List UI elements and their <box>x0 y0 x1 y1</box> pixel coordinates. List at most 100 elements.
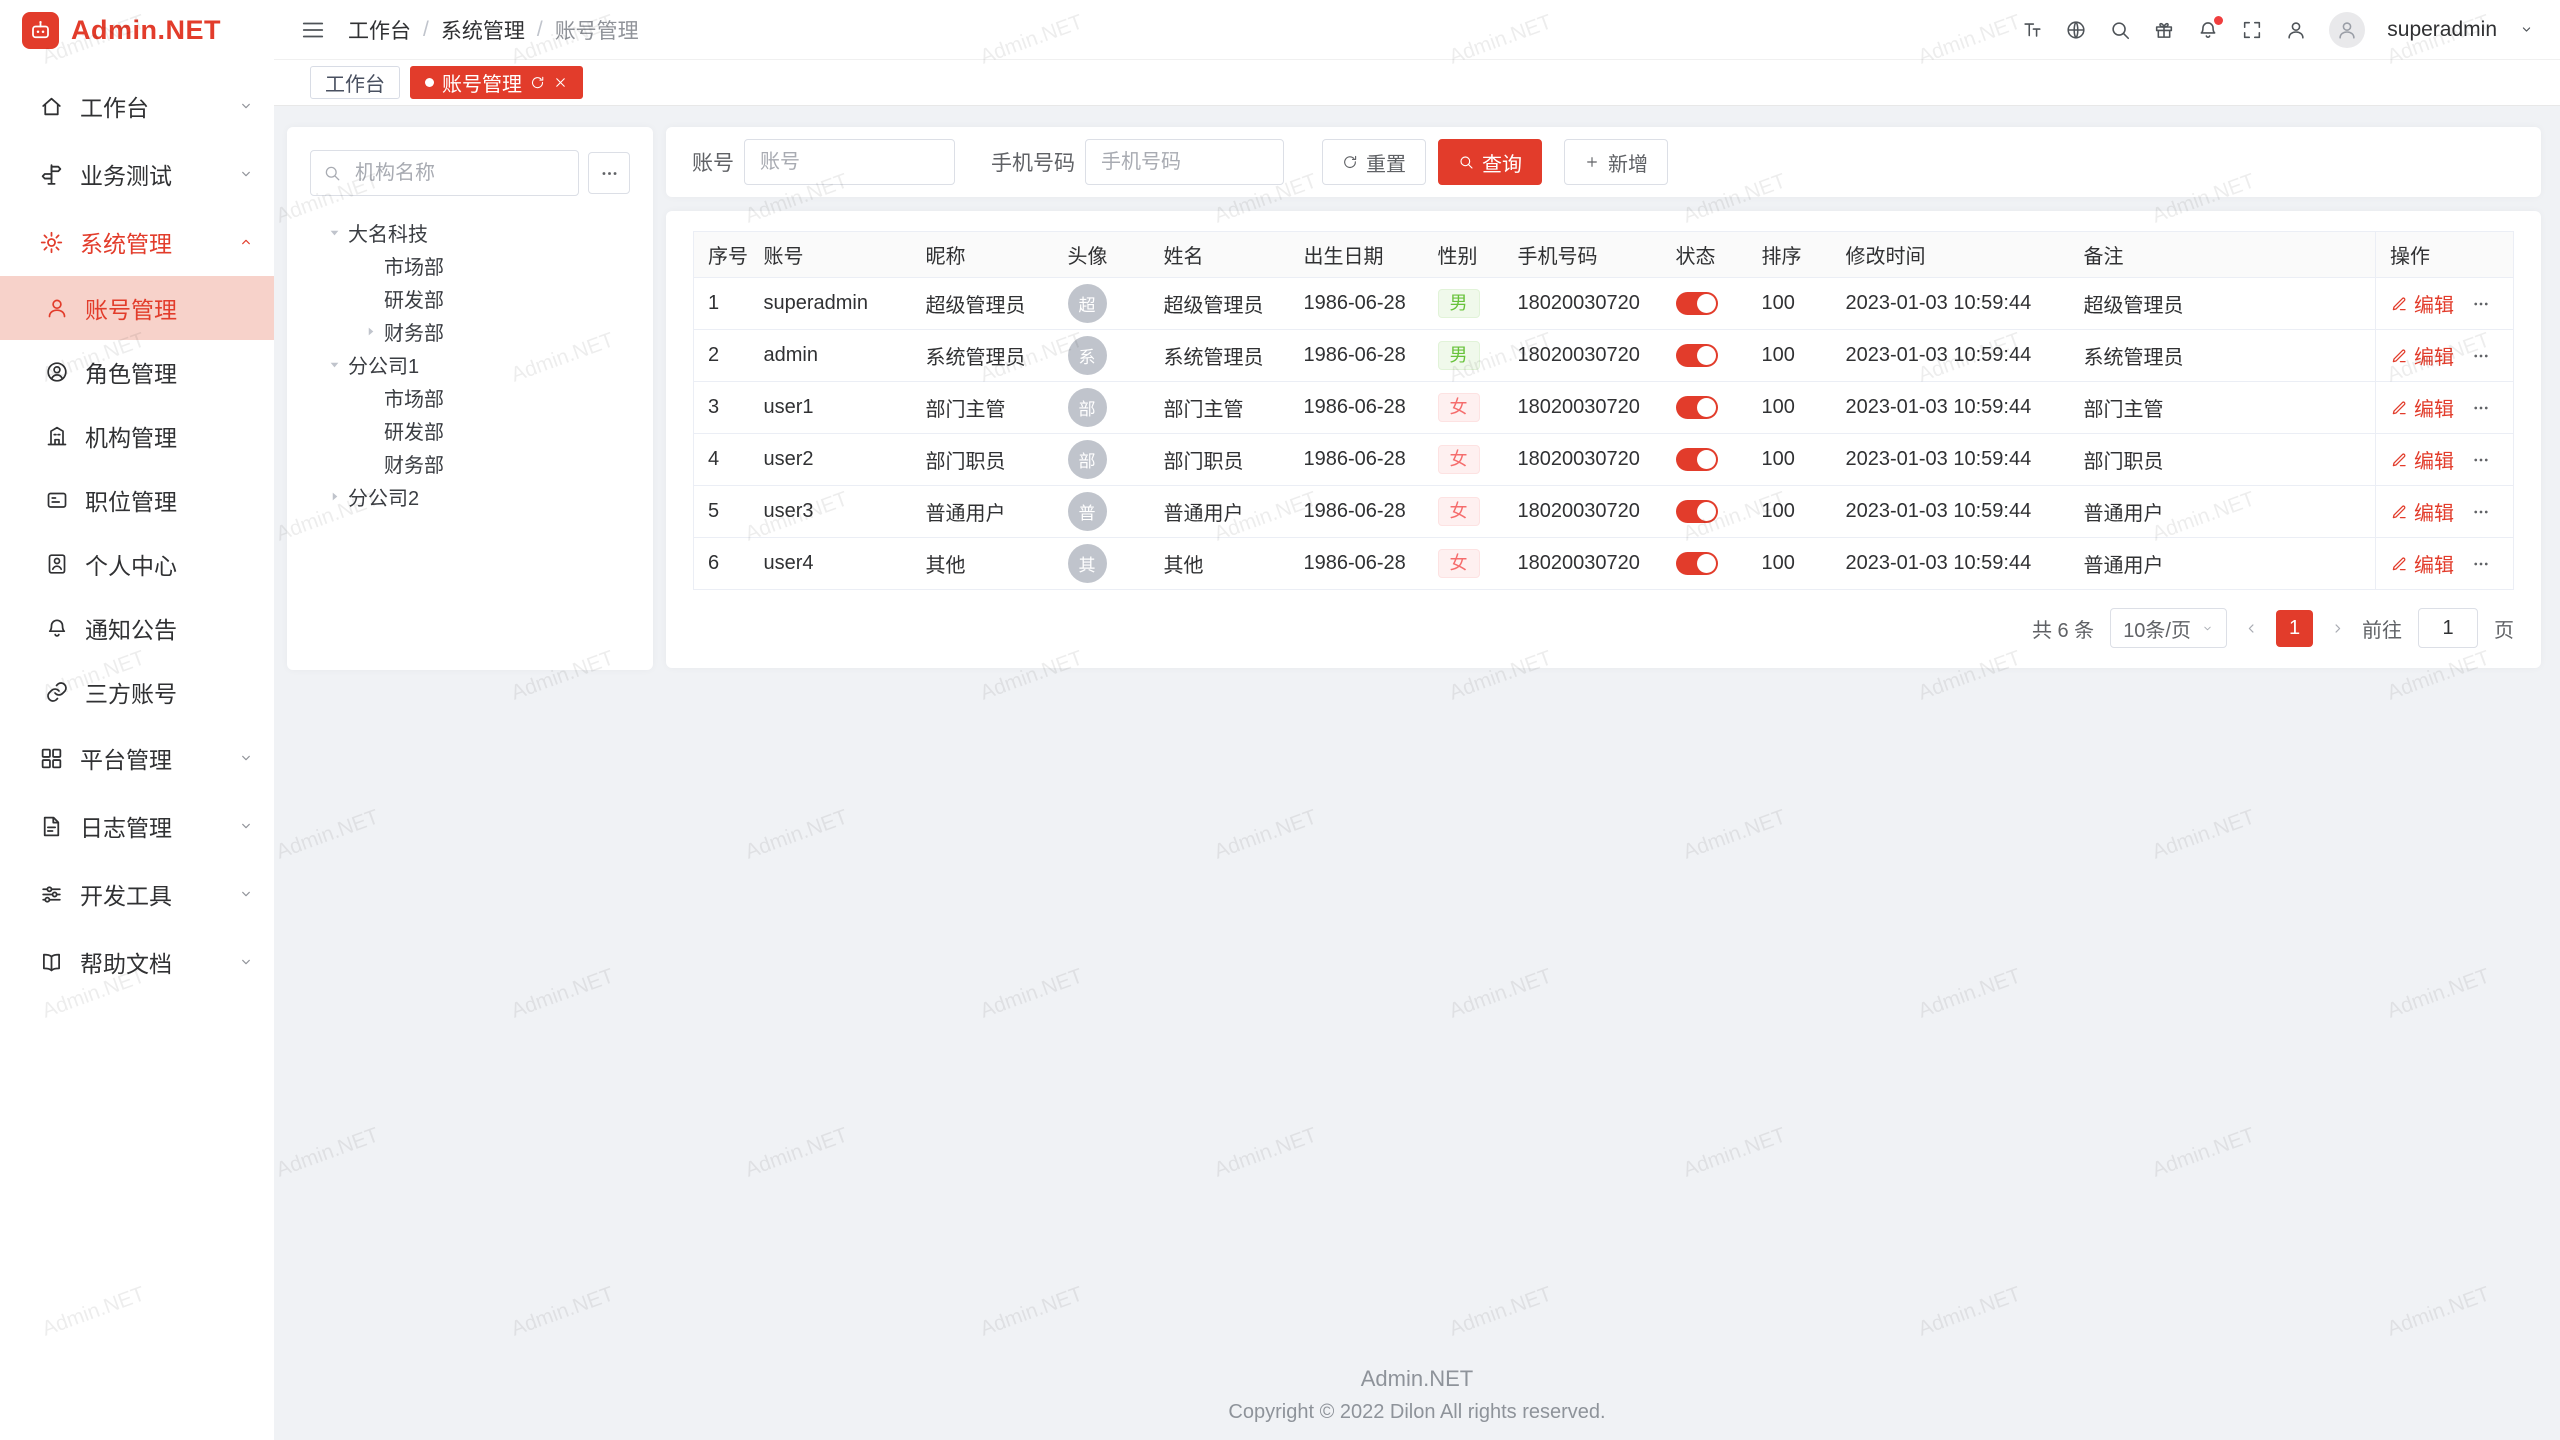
sidebar-subitem-label: 机构管理 <box>85 419 177 453</box>
sidebar-subitem-link[interactable]: 三方账号 <box>0 660 274 724</box>
tab-close-icon[interactable] <box>553 75 568 90</box>
page-number-1[interactable]: 1 <box>2276 610 2313 647</box>
username[interactable]: superadmin <box>2387 18 2497 42</box>
org-search <box>310 150 579 196</box>
refresh-icon <box>1342 154 1358 170</box>
status-switch[interactable] <box>1676 500 1718 523</box>
tree-node[interactable]: 财务部 <box>310 315 630 348</box>
hamburger-menu-icon[interactable] <box>300 17 326 43</box>
sidebar-subitem-user[interactable]: 账号管理 <box>0 276 274 340</box>
sidebar-item-home[interactable]: 工作台 <box>0 72 274 140</box>
status-switch[interactable] <box>1676 396 1718 419</box>
tree-more-button[interactable] <box>588 152 630 194</box>
next-page-button[interactable] <box>2329 620 2346 637</box>
sidebar-subitem-profile[interactable]: 个人中心 <box>0 532 274 596</box>
sidebar-item-grid[interactable]: 平台管理 <box>0 724 274 792</box>
chevron-down-icon[interactable] <box>2519 22 2534 37</box>
edit-button[interactable]: 编辑 <box>2390 393 2454 422</box>
tree-caret-icon[interactable] <box>356 324 384 339</box>
cell-nickname: 其他 <box>912 538 1054 590</box>
tree-node[interactable]: 市场部 <box>310 381 630 414</box>
edit-icon <box>2390 503 2408 521</box>
cell-phone: 18020030720 <box>1504 382 1662 434</box>
row-more-button[interactable] <box>2472 555 2490 573</box>
position-icon <box>45 488 69 512</box>
tree-node[interactable]: 财务部 <box>310 447 630 480</box>
sidebar-subitem-role[interactable]: 角色管理 <box>0 340 274 404</box>
sidebar-menu: 工作台业务测试系统管理账号管理角色管理机构管理职位管理个人中心通知公告三方账号平… <box>0 60 274 996</box>
tab-account-management[interactable]: 账号管理 <box>410 66 583 99</box>
cell-account: user4 <box>750 538 912 590</box>
tree-node[interactable]: 大名科技 <box>310 216 630 249</box>
prev-page-button[interactable] <box>2243 620 2260 637</box>
tree-node[interactable]: 市场部 <box>310 249 630 282</box>
search-icon[interactable] <box>2109 19 2131 41</box>
user-avatar[interactable] <box>2329 12 2365 48</box>
edit-button[interactable]: 编辑 <box>2390 341 2454 370</box>
fullscreen-icon[interactable] <box>2241 19 2263 41</box>
cell-ops: 编辑 <box>2376 278 2514 330</box>
tree-caret-icon[interactable] <box>320 225 348 240</box>
pagination-total: 共 6 条 <box>2032 614 2094 643</box>
page-size-select[interactable]: 10条/页 <box>2110 608 2227 648</box>
sidebar-item-label: 开发工具 <box>80 877 238 911</box>
tree-node[interactable]: 分公司1 <box>310 348 630 381</box>
profile-icon[interactable] <box>2285 19 2307 41</box>
edit-button[interactable]: 编辑 <box>2390 445 2454 474</box>
status-switch[interactable] <box>1676 292 1718 315</box>
row-more-button[interactable] <box>2472 399 2490 417</box>
goto-page-input[interactable] <box>2418 608 2478 648</box>
row-more-button[interactable] <box>2472 503 2490 521</box>
sidebar-subitem-bell[interactable]: 通知公告 <box>0 596 274 660</box>
theme-icon[interactable] <box>2153 19 2175 41</box>
sidebar-item-docs[interactable]: 帮助文档 <box>0 928 274 996</box>
sidebar-subitem-org[interactable]: 机构管理 <box>0 404 274 468</box>
cell-status <box>1662 538 1748 590</box>
more-icon <box>2472 347 2490 365</box>
tree-caret-icon[interactable] <box>320 357 348 372</box>
cell-gender: 女 <box>1424 382 1504 434</box>
account-input[interactable] <box>744 139 955 185</box>
breadcrumb-item-system[interactable]: 系统管理 <box>441 15 525 45</box>
tab-refresh-icon[interactable] <box>530 75 545 90</box>
tree-node[interactable]: 研发部 <box>310 414 630 447</box>
chevron-down-icon <box>238 166 254 182</box>
edit-button[interactable]: 编辑 <box>2390 549 2454 578</box>
notifications-icon[interactable] <box>2197 19 2219 41</box>
reset-button[interactable]: 重置 <box>1322 139 1426 185</box>
status-switch[interactable] <box>1676 344 1718 367</box>
cell-modified: 2023-01-03 10:59:44 <box>1832 382 2070 434</box>
font-size-icon[interactable] <box>2021 19 2043 41</box>
tree-node[interactable]: 分公司2 <box>310 480 630 513</box>
status-switch[interactable] <box>1676 448 1718 471</box>
table-row: 3user1部门主管部部门主管1986-06-28女18020030720100… <box>694 382 2514 434</box>
role-icon <box>45 360 69 384</box>
tab-workbench[interactable]: 工作台 <box>310 66 400 99</box>
home-icon <box>39 94 64 119</box>
add-button[interactable]: 新增 <box>1564 139 1668 185</box>
status-switch[interactable] <box>1676 552 1718 575</box>
sidebar-item-tools[interactable]: 开发工具 <box>0 860 274 928</box>
cell-sort: 100 <box>1748 486 1832 538</box>
sidebar-subitem-position[interactable]: 职位管理 <box>0 468 274 532</box>
cell-status <box>1662 278 1748 330</box>
edit-button[interactable]: 编辑 <box>2390 497 2454 526</box>
search-button[interactable]: 查询 <box>1438 139 1542 185</box>
sidebar-item-gear[interactable]: 系统管理 <box>0 208 274 276</box>
sidebar-item-log[interactable]: 日志管理 <box>0 792 274 860</box>
row-more-button[interactable] <box>2472 347 2490 365</box>
edit-button[interactable]: 编辑 <box>2390 289 2454 318</box>
cell-account: admin <box>750 330 912 382</box>
org-search-input[interactable] <box>310 150 579 196</box>
language-icon[interactable] <box>2065 19 2087 41</box>
row-more-button[interactable] <box>2472 295 2490 313</box>
app-logo[interactable]: Admin.NET <box>0 0 274 60</box>
phone-input[interactable] <box>1085 139 1284 185</box>
tree-caret-icon[interactable] <box>320 489 348 504</box>
reset-label: 重置 <box>1366 148 1406 177</box>
cell-index: 3 <box>694 382 750 434</box>
sidebar-item-guide[interactable]: 业务测试 <box>0 140 274 208</box>
breadcrumb-item-workbench[interactable]: 工作台 <box>348 15 411 45</box>
tree-node[interactable]: 研发部 <box>310 282 630 315</box>
row-more-button[interactable] <box>2472 451 2490 469</box>
